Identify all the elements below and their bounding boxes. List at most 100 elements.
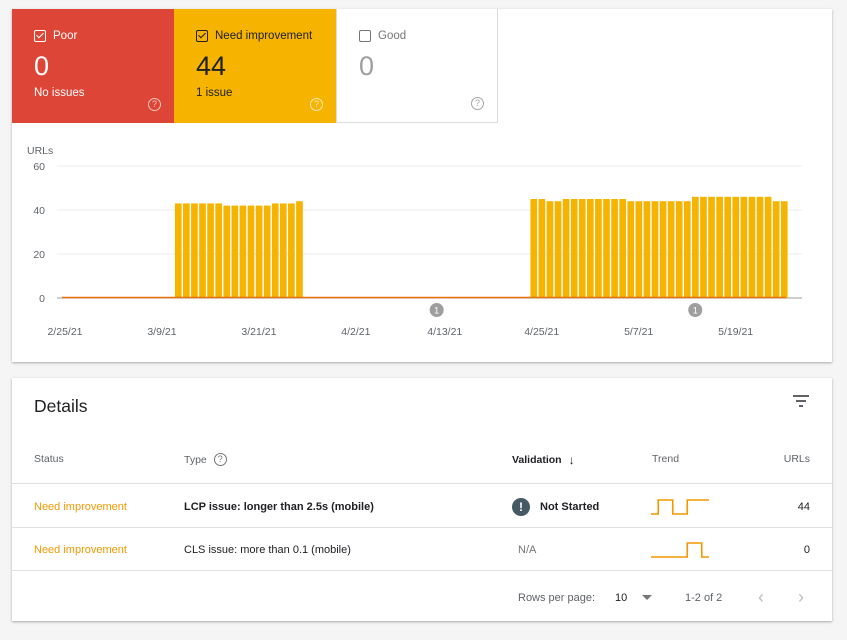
tile-count: 0 — [34, 51, 50, 81]
tile-label: Need improvement — [215, 30, 313, 42]
bar — [215, 203, 222, 298]
previous-page-button[interactable]: ‹ — [758, 587, 764, 608]
filter-icon[interactable] — [792, 395, 810, 409]
tile-label: Good — [378, 30, 407, 42]
sparkline-path — [651, 541, 709, 558]
rows-per-page-select[interactable]: 10 — [615, 592, 627, 604]
row-status: Need improvement — [34, 543, 127, 556]
bar — [296, 201, 303, 298]
help-icon[interactable]: ? — [471, 97, 484, 110]
x-axis-labels: 2/25/21 3/9/21 3/21/21 4/2/21 4/13/21 4/25/21… — [47, 326, 753, 338]
details-title: Details — [34, 396, 88, 416]
row-trend — [650, 528, 712, 571]
bar — [675, 201, 683, 298]
status-tiles: Poor 0 No issues ? Need improvement 44 1… — [12, 9, 498, 123]
bar — [231, 205, 239, 298]
trend-sparkline — [651, 541, 709, 558]
row-urls: 0 — [803, 543, 810, 556]
y-axis-label: URLs — [27, 145, 53, 157]
x-tick-label: 2/25/21 — [47, 326, 82, 338]
annotation-marker[interactable]: 1 — [688, 303, 703, 317]
bar — [247, 205, 255, 298]
overview-chart-card: Poor 0 No issues ? Need improvement 44 1… — [12, 9, 832, 362]
x-tick-label: 3/9/21 — [147, 326, 176, 338]
annotation-marker[interactable]: 1 — [429, 303, 444, 317]
trend-sparkline — [651, 498, 709, 515]
bar — [223, 205, 231, 298]
bar — [271, 203, 279, 298]
checkbox-checked-icon[interactable] — [34, 30, 46, 42]
bar — [174, 203, 182, 298]
bar — [530, 199, 538, 298]
bar — [651, 201, 659, 298]
help-icon[interactable]: ? — [213, 453, 227, 466]
bar — [740, 196, 748, 298]
tile-good[interactable]: Good 0 ? — [336, 9, 498, 123]
table-pagination: Rows per page: 10 1-2 of 2 ‹ › — [12, 578, 832, 618]
help-icon[interactable]: ? — [148, 98, 161, 111]
table-header: Status Type? Validation ↓ Trend URLs — [12, 438, 832, 484]
sparkline-path — [651, 498, 709, 515]
row-urls: 44 — [797, 500, 810, 513]
x-tick-label: 4/13/21 — [427, 326, 462, 338]
bar — [724, 196, 732, 298]
row-validation: ! Not Started — [512, 485, 599, 528]
row-status: Need improvement — [34, 500, 127, 513]
page-range: 1-2 of 2 — [685, 592, 723, 604]
tile-poor[interactable]: Poor 0 No issues ? — [12, 9, 174, 123]
bar — [700, 196, 707, 298]
y-tick-label: 40 — [33, 205, 45, 217]
bar — [772, 201, 780, 298]
bar — [619, 199, 626, 298]
bar — [554, 201, 562, 298]
checkbox-unchecked-icon[interactable] — [359, 30, 371, 42]
bar — [263, 205, 271, 298]
y-tick-label: 60 — [33, 161, 45, 173]
validation-text: Not Started — [540, 500, 600, 513]
sort-down-arrow-icon[interactable]: ↓ — [569, 453, 575, 467]
table-row[interactable]: Need improvement LCP issue: longer than … — [12, 485, 832, 528]
checkbox-checked-icon[interactable] — [196, 30, 208, 42]
help-icon[interactable]: ? — [310, 98, 323, 111]
dropdown-arrow-icon[interactable] — [642, 595, 652, 600]
bar — [191, 203, 198, 298]
column-validation[interactable]: Validation ↓ — [512, 453, 575, 467]
x-tick-label: 5/7/21 — [624, 326, 653, 338]
bar — [578, 199, 586, 298]
bar — [239, 205, 247, 298]
bar — [595, 199, 602, 298]
y-tick-label: 0 — [39, 293, 45, 305]
bar — [756, 196, 764, 298]
bar — [780, 201, 788, 298]
bar — [692, 196, 699, 298]
annotations: 11 — [429, 303, 703, 317]
next-page-button[interactable]: › — [798, 587, 804, 608]
column-type[interactable]: Type? — [184, 453, 227, 466]
bar — [748, 196, 756, 298]
column-status[interactable]: Status — [34, 453, 64, 465]
column-trend: Trend — [652, 453, 680, 465]
annotation-label: 1 — [434, 306, 439, 316]
tile-count: 44 — [196, 51, 227, 81]
column-urls[interactable]: URLs — [784, 453, 810, 465]
table-row[interactable]: Need improvement CLS issue: more than 0.… — [12, 528, 832, 571]
tile-need-improvement[interactable]: Need improvement 44 1 issue ? — [174, 9, 336, 123]
details-card: Details Status Type? Validation ↓ Trend U… — [12, 378, 832, 621]
column-validation-label: Validation — [512, 454, 562, 466]
bar-series — [62, 196, 788, 299]
y-tick-label: 20 — [33, 249, 45, 261]
bar — [764, 196, 772, 298]
exclamation-icon: ! — [512, 497, 530, 516]
column-type-label: Type — [184, 453, 207, 466]
urls-bar-chart: URLs 0 20 40 60 2/25/21 3/9/21 3/21/21 4/2/21 4… — [27, 145, 802, 338]
bar — [603, 199, 610, 298]
bar — [611, 199, 618, 298]
bar — [538, 199, 546, 298]
bar — [643, 201, 651, 298]
x-tick-label: 5/19/21 — [718, 326, 753, 338]
bar — [627, 201, 635, 298]
bar — [183, 203, 190, 298]
bar — [207, 203, 214, 298]
bar — [659, 201, 667, 298]
tile-count: 0 — [359, 51, 375, 81]
